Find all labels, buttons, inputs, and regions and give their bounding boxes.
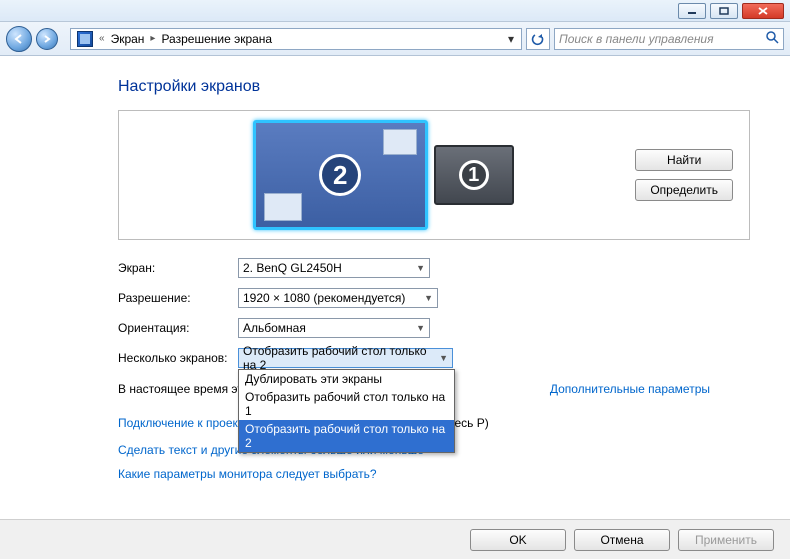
breadcrumb-prev-icon[interactable]: «: [97, 33, 107, 44]
window-titlebar: [0, 0, 790, 22]
monitor-1[interactable]: 1: [434, 145, 514, 205]
monitor-2[interactable]: 2: [253, 120, 428, 230]
which-monitor-link[interactable]: Какие параметры монитора следует выбрать…: [118, 467, 377, 481]
multi-display-label: Несколько экранов:: [118, 351, 238, 365]
resolution-label: Разрешение:: [118, 291, 238, 305]
detect-button[interactable]: Найти: [635, 149, 733, 171]
primary-display-text: В настоящее время эт: [118, 382, 243, 396]
address-dropdown-icon[interactable]: ▾: [503, 32, 519, 46]
minimize-button[interactable]: [678, 3, 706, 19]
ok-button[interactable]: OK: [470, 529, 566, 551]
refresh-button[interactable]: [526, 28, 550, 50]
advanced-settings-link[interactable]: Дополнительные параметры: [550, 382, 710, 396]
chevron-down-icon: ▼: [418, 293, 433, 303]
chevron-right-icon: ▸: [148, 33, 157, 44]
chevron-down-icon: ▼: [410, 323, 425, 333]
multi-display-select[interactable]: Отобразить рабочий стол только на 2 ▼ Ду…: [238, 348, 453, 368]
monitor-preview[interactable]: 2 1: [131, 120, 635, 230]
screen-label: Экран:: [118, 261, 238, 275]
chevron-down-icon: ▼: [433, 353, 448, 363]
dropdown-option-selected[interactable]: Отобразить рабочий стол только на 2: [239, 420, 454, 452]
search-placeholder: Поиск в панели управления: [559, 32, 714, 46]
navigation-bar: « Экран ▸ Разрешение экрана ▾ Поиск в па…: [0, 22, 790, 56]
nav-back-button[interactable]: [6, 26, 32, 52]
page-title: Настройки экранов: [118, 78, 750, 96]
dialog-footer: OK Отмена Применить: [0, 519, 790, 559]
breadcrumb-item[interactable]: Экран: [107, 32, 149, 46]
monitor-number: 1: [459, 160, 489, 190]
search-input[interactable]: Поиск в панели управления: [554, 28, 784, 50]
search-icon[interactable]: [765, 30, 779, 47]
chevron-down-icon: ▼: [410, 263, 425, 273]
monitor-arrangement-panel[interactable]: 2 1 Найти Определить: [118, 110, 750, 240]
breadcrumb-item[interactable]: Разрешение экрана: [157, 32, 276, 46]
orientation-select[interactable]: Альбомная ▼: [238, 318, 430, 338]
address-bar[interactable]: « Экран ▸ Разрешение экрана ▾: [70, 28, 522, 50]
screen-value: 2. BenQ GL2450H: [243, 261, 342, 275]
dropdown-option[interactable]: Отобразить рабочий стол только на 1: [239, 388, 454, 420]
orientation-value: Альбомная: [243, 321, 306, 335]
nav-forward-button[interactable]: [36, 28, 58, 50]
maximize-button[interactable]: [710, 3, 738, 19]
multi-display-value: Отобразить рабочий стол только на 2: [243, 344, 433, 372]
control-panel-icon: [77, 31, 93, 47]
multi-display-dropdown: Дублировать эти экраны Отобразить рабочи…: [238, 369, 455, 453]
resolution-value: 1920 × 1080 (рекомендуется): [243, 291, 405, 305]
window-thumbnail-icon: [264, 193, 302, 221]
screen-select[interactable]: 2. BenQ GL2450H ▼: [238, 258, 430, 278]
dropdown-option[interactable]: Дублировать эти экраны: [239, 370, 454, 388]
cancel-button[interactable]: Отмена: [574, 529, 670, 551]
close-button[interactable]: [742, 3, 784, 19]
content-area: Настройки экранов 2 1 Найти Определить Э…: [0, 56, 790, 496]
resolution-select[interactable]: 1920 × 1080 (рекомендуется) ▼: [238, 288, 438, 308]
orientation-label: Ориентация:: [118, 321, 238, 335]
monitor-number: 2: [319, 154, 361, 196]
apply-button: Применить: [678, 529, 774, 551]
window-thumbnail-icon: [383, 129, 417, 155]
identify-button[interactable]: Определить: [635, 179, 733, 201]
